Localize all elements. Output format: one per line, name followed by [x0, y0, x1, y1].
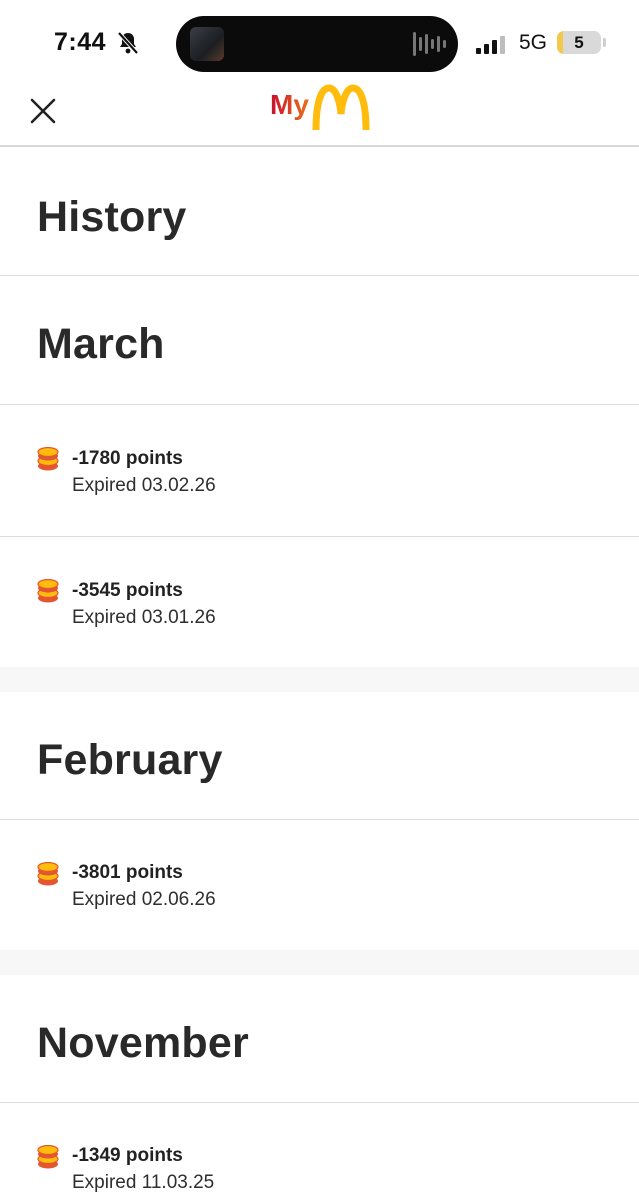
month-heading: November	[37, 1019, 249, 1067]
bell-slash-icon	[117, 31, 139, 55]
network-type: 5G	[519, 31, 548, 54]
now-playing-artwork	[190, 27, 224, 61]
section-divider	[0, 667, 639, 692]
audio-waveform-icon	[413, 32, 446, 56]
cellular-signal-icon	[476, 36, 505, 54]
battery-tip	[603, 38, 606, 47]
month-heading: February	[37, 736, 223, 784]
month-header-november: November	[0, 975, 639, 1103]
month-heading: March	[37, 320, 165, 368]
close-icon[interactable]	[28, 96, 58, 126]
status-bar: 7:44 5G 5	[0, 0, 639, 88]
section-divider	[0, 950, 639, 975]
points-amount: -1349 points	[72, 1145, 183, 1166]
history-entry[interactable]: -1780 points Expired 03.02.26	[0, 405, 639, 537]
expiry-date: Expired 02.06.26	[72, 889, 216, 910]
points-coin-icon	[37, 447, 59, 471]
svg-text:My: My	[270, 89, 309, 120]
points-coin-icon	[37, 579, 59, 603]
history-title-row: History	[0, 147, 639, 276]
mymcdonalds-logo: My	[270, 84, 370, 131]
history-entry[interactable]: -3545 points Expired 03.01.26	[0, 537, 639, 667]
history-entry[interactable]: -1349 points Expired 11.03.25	[0, 1103, 639, 1200]
points-coin-icon	[37, 862, 59, 886]
expiry-date: Expired 03.02.26	[72, 475, 216, 496]
month-header-february: February	[0, 692, 639, 820]
page-title: History	[37, 193, 187, 241]
expiry-date: Expired 03.01.26	[72, 607, 216, 628]
points-amount: -1780 points	[72, 448, 183, 469]
app-header: My	[0, 84, 639, 147]
status-time: 7:44	[54, 28, 107, 56]
points-coin-icon	[37, 1145, 59, 1169]
month-header-march: March	[0, 276, 639, 405]
battery-percentage: 5	[574, 33, 584, 52]
expiry-date: Expired 11.03.25	[72, 1172, 215, 1193]
battery-icon: 5	[557, 31, 601, 54]
dynamic-island[interactable]	[176, 16, 458, 72]
points-amount: -3545 points	[72, 580, 183, 601]
history-entry[interactable]: -3801 points Expired 02.06.26	[0, 820, 639, 950]
points-amount: -3801 points	[72, 862, 183, 883]
